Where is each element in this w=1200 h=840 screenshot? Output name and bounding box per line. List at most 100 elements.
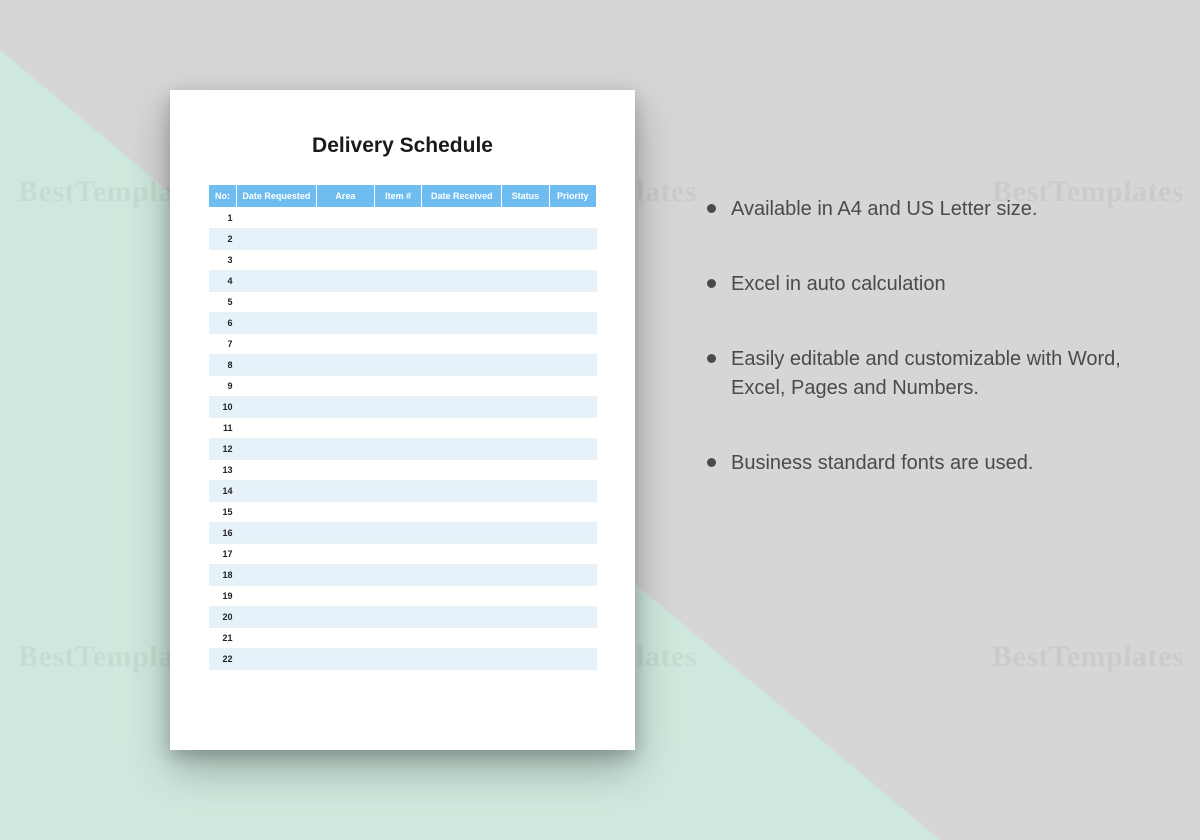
- empty-cell: [502, 250, 549, 271]
- row-number: 19: [209, 586, 237, 607]
- empty-cell: [237, 334, 317, 355]
- empty-cell: [422, 271, 502, 292]
- empty-cell: [316, 565, 374, 586]
- empty-cell: [502, 334, 549, 355]
- empty-cell: [237, 565, 317, 586]
- empty-cell: [237, 397, 317, 418]
- row-number: 12: [209, 439, 237, 460]
- empty-cell: [237, 271, 317, 292]
- table-row: 12: [209, 439, 597, 460]
- empty-cell: [549, 607, 596, 628]
- empty-cell: [316, 355, 374, 376]
- empty-cell: [316, 460, 374, 481]
- empty-cell: [316, 229, 374, 250]
- table-row: 2: [209, 229, 597, 250]
- table-row: 19: [209, 586, 597, 607]
- empty-cell: [237, 208, 317, 229]
- col-header-no: No:: [209, 185, 237, 208]
- empty-cell: [502, 565, 549, 586]
- empty-cell: [237, 544, 317, 565]
- empty-cell: [316, 208, 374, 229]
- empty-cell: [549, 376, 596, 397]
- document-mockup: Delivery Schedule No: Date Requested Are…: [170, 90, 635, 750]
- row-number: 8: [209, 355, 237, 376]
- empty-cell: [374, 250, 421, 271]
- empty-cell: [549, 586, 596, 607]
- empty-cell: [549, 250, 596, 271]
- empty-cell: [422, 250, 502, 271]
- empty-cell: [502, 397, 549, 418]
- empty-cell: [422, 376, 502, 397]
- empty-cell: [237, 355, 317, 376]
- empty-cell: [316, 544, 374, 565]
- feature-item: Available in A4 and US Letter size.: [705, 195, 1135, 224]
- empty-cell: [549, 628, 596, 649]
- empty-cell: [422, 229, 502, 250]
- empty-cell: [549, 292, 596, 313]
- empty-cell: [502, 229, 549, 250]
- empty-cell: [422, 313, 502, 334]
- empty-cell: [316, 334, 374, 355]
- row-number: 16: [209, 523, 237, 544]
- table-row: 16: [209, 523, 597, 544]
- empty-cell: [549, 481, 596, 502]
- row-number: 15: [209, 502, 237, 523]
- empty-cell: [502, 523, 549, 544]
- empty-cell: [237, 460, 317, 481]
- empty-cell: [316, 397, 374, 418]
- empty-cell: [549, 523, 596, 544]
- empty-cell: [374, 313, 421, 334]
- row-number: 20: [209, 607, 237, 628]
- empty-cell: [237, 481, 317, 502]
- empty-cell: [316, 523, 374, 544]
- table-row: 3: [209, 250, 597, 271]
- empty-cell: [316, 250, 374, 271]
- feature-list: Available in A4 and US Letter size. Exce…: [705, 195, 1135, 524]
- empty-cell: [316, 439, 374, 460]
- empty-cell: [502, 208, 549, 229]
- empty-cell: [502, 418, 549, 439]
- empty-cell: [502, 271, 549, 292]
- empty-cell: [237, 649, 317, 670]
- empty-cell: [422, 397, 502, 418]
- empty-cell: [316, 313, 374, 334]
- empty-cell: [422, 439, 502, 460]
- row-number: 11: [209, 418, 237, 439]
- empty-cell: [502, 292, 549, 313]
- feature-item: Business standard fonts are used.: [705, 449, 1135, 478]
- empty-cell: [237, 628, 317, 649]
- empty-cell: [502, 607, 549, 628]
- empty-cell: [549, 229, 596, 250]
- empty-cell: [237, 376, 317, 397]
- row-number: 7: [209, 334, 237, 355]
- empty-cell: [374, 565, 421, 586]
- feature-item: Excel in auto calculation: [705, 270, 1135, 299]
- empty-cell: [237, 439, 317, 460]
- table-row: 14: [209, 481, 597, 502]
- empty-cell: [237, 313, 317, 334]
- empty-cell: [549, 649, 596, 670]
- empty-cell: [374, 649, 421, 670]
- table-row: 4: [209, 271, 597, 292]
- empty-cell: [422, 502, 502, 523]
- empty-cell: [237, 607, 317, 628]
- empty-cell: [549, 355, 596, 376]
- col-header-priority: Priority: [549, 185, 596, 208]
- empty-cell: [374, 586, 421, 607]
- empty-cell: [422, 418, 502, 439]
- empty-cell: [549, 397, 596, 418]
- row-number: 17: [209, 544, 237, 565]
- empty-cell: [374, 544, 421, 565]
- empty-cell: [374, 376, 421, 397]
- row-number: 9: [209, 376, 237, 397]
- empty-cell: [316, 649, 374, 670]
- table-row: 13: [209, 460, 597, 481]
- empty-cell: [502, 649, 549, 670]
- row-number: 22: [209, 649, 237, 670]
- empty-cell: [549, 565, 596, 586]
- document-page: Delivery Schedule No: Date Requested Are…: [208, 128, 597, 712]
- empty-cell: [374, 460, 421, 481]
- row-number: 3: [209, 250, 237, 271]
- empty-cell: [422, 208, 502, 229]
- col-header-date-requested: Date Requested: [237, 185, 317, 208]
